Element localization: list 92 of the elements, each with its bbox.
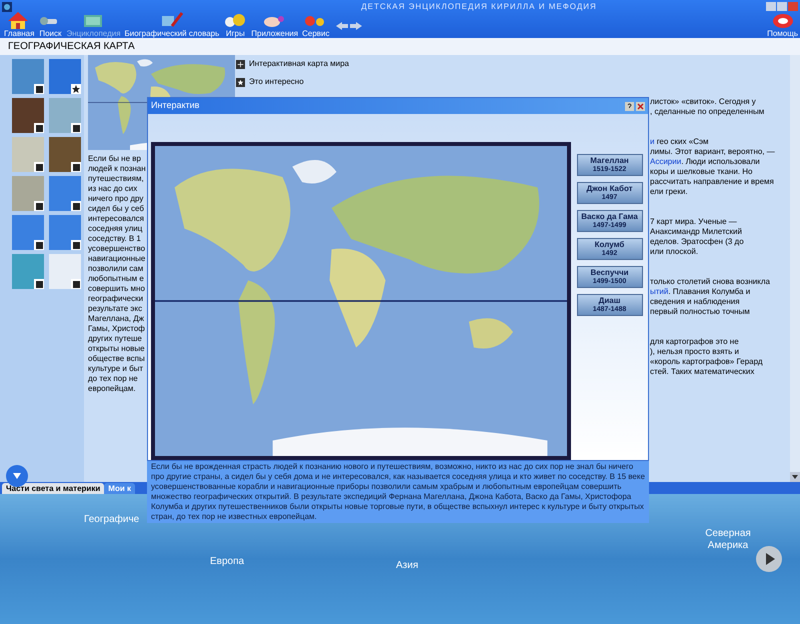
continent-label: Азия: [396, 560, 418, 572]
article-text: позволили сам: [88, 264, 144, 274]
thumbnail[interactable]: [49, 176, 81, 211]
article-text: или плоской.: [650, 247, 698, 257]
help-button[interactable]: Помощь: [767, 12, 798, 38]
article-text: совершить мно: [88, 284, 146, 294]
thumbnail[interactable]: [49, 59, 81, 94]
section-title: ГЕОГРАФИЧЕСКАЯ КАРТА: [8, 40, 135, 54]
article-text: любопытным е: [88, 274, 145, 284]
close-icon[interactable]: [636, 102, 645, 110]
thumbnail[interactable]: [49, 137, 81, 172]
arrow-right-icon[interactable]: [350, 22, 362, 30]
article-link[interactable]: и: [650, 137, 654, 147]
maximize-icon[interactable]: [776, 2, 787, 11]
article-text: листок» «свиток». Сегодня у: [650, 97, 756, 107]
article-text: гео ских «Сэм: [656, 137, 709, 147]
scrollbar[interactable]: [790, 55, 800, 482]
article-text: первый полностью точным: [650, 307, 750, 317]
scroll-down-icon[interactable]: [790, 472, 800, 482]
article-text: для картографов это не: [650, 337, 739, 347]
nav-item[interactable]: Приложения: [249, 10, 300, 38]
thumbnail[interactable]: [12, 59, 44, 94]
minimize-icon[interactable]: [766, 2, 776, 11]
article-text: навигационные: [88, 254, 146, 264]
article-text: 7 карт мира. Ученые —: [650, 217, 737, 227]
article-text: ели греки.: [650, 187, 688, 197]
thumbnail[interactable]: [12, 215, 44, 250]
article-link[interactable]: ытий: [650, 287, 668, 297]
arrow-left-icon[interactable]: [336, 22, 348, 30]
article-text: Гамы, Христоф: [88, 324, 146, 334]
popup-title: Интерактив: [151, 99, 200, 112]
article-text: ничего про дру: [88, 194, 144, 204]
article-text: из нас до сих: [88, 184, 138, 194]
article-text: европейцам.: [88, 384, 137, 394]
continent-label: Географиче: [84, 514, 140, 526]
article-text: стей. Таких математических: [650, 367, 754, 377]
article-link[interactable]: Это интересно: [249, 76, 304, 88]
article-text: соседству. В 1: [88, 234, 142, 244]
article-text: Анаксимандр Милетский: [650, 227, 742, 237]
article-text: Магеллана, Дж: [88, 314, 145, 324]
thumbnail[interactable]: [12, 176, 44, 211]
article-text: еделов. Эратосфен (3 до: [650, 237, 744, 247]
article-link[interactable]: Ассирии: [650, 157, 682, 167]
help-icon[interactable]: [625, 102, 634, 110]
bottom-tab[interactable]: Части света и материки: [2, 483, 104, 494]
app-icon: [2, 2, 12, 12]
thumbnail[interactable]: [49, 254, 81, 289]
article-text: лимы. Этот вариант, вероятно, —: [650, 147, 775, 157]
article-text: . Люди использовали: [681, 157, 760, 167]
article-text: сидел бы у себ: [88, 204, 145, 214]
scroll-down-icon[interactable]: [6, 465, 28, 487]
article-text: сведения и наблюдения: [650, 297, 740, 307]
article-text: соседняя улиц: [88, 224, 144, 234]
toolbar-icon: [160, 10, 184, 30]
thumbnail[interactable]: [12, 98, 44, 133]
nav-item[interactable]: Игры: [221, 10, 250, 38]
nav-item[interactable]: Энциклопедия: [64, 10, 123, 38]
nav-item[interactable]: Сервис: [300, 10, 332, 38]
article-text: других путеше: [88, 334, 143, 344]
article-text: культуре и быт: [88, 364, 144, 374]
article-text: открыты новые: [88, 344, 146, 354]
article-text: ), нельзя просто взять и: [650, 347, 739, 357]
nav-item[interactable]: Поиск: [36, 10, 64, 38]
article-text: . Плавания Колумба и: [668, 287, 750, 297]
article-text: , сделанные по определенным: [650, 107, 764, 117]
thumbnail[interactable]: [12, 254, 44, 289]
article-text: усовершенство: [88, 244, 146, 254]
article-text: результате экс: [88, 304, 144, 314]
article-text: Если бы не вр: [88, 154, 142, 164]
play-icon[interactable]: [756, 546, 782, 572]
thumbnail[interactable]: [12, 137, 44, 172]
article-text: географически: [88, 294, 144, 304]
thumbnail[interactable]: [49, 98, 81, 133]
continent-label: Северная Америка: [704, 528, 752, 552]
window-title: ДЕТСКАЯ ЭНЦИКЛОПЕДИЯ КИРИЛЛА И МЕФОДИЯ: [361, 0, 597, 12]
nav-item[interactable]: Биографический словарь: [122, 10, 222, 38]
article-text: обществе вспы: [88, 354, 146, 364]
article-text: рассчитать направление и время: [650, 177, 774, 187]
bottom-tab[interactable]: Мои к: [104, 483, 135, 494]
article-text: до тех пор не: [88, 374, 139, 384]
article-text: интересовался: [88, 214, 145, 224]
article-text: людей к познан: [88, 164, 147, 174]
article-link[interactable]: Интерактивная карта мира: [249, 58, 349, 70]
article-text: коры и шелковые ткани. Но: [650, 167, 752, 177]
continent-label: Европа: [210, 556, 244, 568]
nav-item[interactable]: Главная: [2, 10, 36, 38]
thumbnail[interactable]: [49, 215, 81, 250]
popup-caption: Если бы не врожденная страсть людей к познанию нового и путешествиям, возможно, никто из нас до сих пор не знал бы ничего про другие страны, а сидел бы у себя дома и не интересовался, как называется соседняя улица и кто живет по соседству. В 15 веке усовершенствованные корабли и навигационные приборы позволили самым храбрым и любопытным европейцам совершить множество географических открытий. В результате экспедиций Фернана Магеллана, Джона Кабота, Васко да Гамы, Христофора Колумба и других путешественников были открыты новые торговые пути, в обществе вспыхнул интерес к культуре и быту открытых стран, до тех пор не известных европейцам.: [147, 461, 649, 523]
article-text: путешествиям,: [88, 174, 145, 184]
article-text: «король картографов» Герард: [650, 357, 763, 367]
article-text: только столетий снова возникла: [650, 277, 770, 287]
lifebuoy-icon: [770, 12, 795, 30]
